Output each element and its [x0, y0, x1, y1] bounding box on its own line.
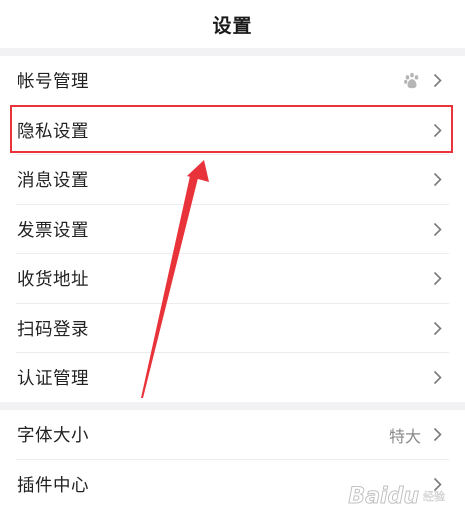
- settings-item-verification-management[interactable]: 认证管理: [0, 353, 465, 403]
- settings-item-label: 认证管理: [17, 369, 89, 390]
- settings-item-label: 扫码登录: [17, 319, 89, 340]
- settings-item-shipping-address[interactable]: 收货地址: [0, 254, 465, 304]
- settings-item-message-settings[interactable]: 消息设置: [0, 155, 465, 205]
- settings-item-label: 隐私设置: [17, 121, 89, 142]
- settings-screen: 设置 帐号管理 隐私设置 消息设置 发票设置 收货地址 扫码登录 认证管理 字体…: [0, 0, 465, 523]
- settings-item-label: 收货地址: [17, 270, 89, 291]
- navigation-bar: 设置: [0, 0, 465, 48]
- settings-item-accessory: [433, 321, 442, 336]
- settings-item-accessory: [433, 123, 442, 138]
- settings-item-invoice-settings[interactable]: 发票设置: [0, 205, 465, 254]
- baidu-paw-icon: [404, 72, 419, 88]
- chevron-right-icon: [433, 428, 442, 442]
- chevron-right-icon: [433, 74, 442, 88]
- settings-item-accessory: [433, 271, 442, 286]
- page-title: 设置: [212, 14, 253, 37]
- settings-item-label: 帐号管理: [17, 72, 89, 93]
- chevron-right-icon: [433, 123, 442, 137]
- font-size-value: 特大: [388, 426, 421, 446]
- chevron-right-icon: [433, 371, 442, 385]
- settings-item-label: 消息设置: [17, 171, 89, 192]
- settings-item-label: 发票设置: [17, 220, 89, 241]
- settings-item-accessory: [433, 172, 442, 187]
- chevron-right-icon: [433, 321, 442, 335]
- settings-item-label: 插件中心: [17, 475, 89, 496]
- settings-item-plugin-center[interactable]: 插件中心: [0, 460, 465, 510]
- chevron-right-icon: [433, 222, 442, 236]
- settings-item-label: 字体大小: [17, 426, 89, 447]
- settings-item-accessory: [433, 370, 442, 385]
- settings-item-accessory: 特大: [389, 423, 442, 447]
- settings-item-scan-login[interactable]: 扫码登录: [0, 304, 465, 353]
- chevron-right-icon: [433, 272, 442, 286]
- settings-group-account: 帐号管理 隐私设置 消息设置 发票设置 收货地址 扫码登录 认证管理: [0, 56, 465, 402]
- settings-group-display: 字体大小 特大 插件中心: [0, 410, 465, 523]
- settings-item-accessory: [433, 477, 442, 492]
- settings-item-font-size[interactable]: 字体大小 特大: [0, 410, 465, 460]
- settings-item-accessory: [403, 72, 442, 90]
- chevron-right-icon: [433, 173, 442, 187]
- settings-item-accessory: [433, 222, 442, 237]
- settings-item-account-management[interactable]: 帐号管理: [0, 56, 465, 106]
- settings-item-privacy-settings[interactable]: 隐私设置: [0, 106, 465, 155]
- chevron-right-icon: [433, 477, 442, 491]
